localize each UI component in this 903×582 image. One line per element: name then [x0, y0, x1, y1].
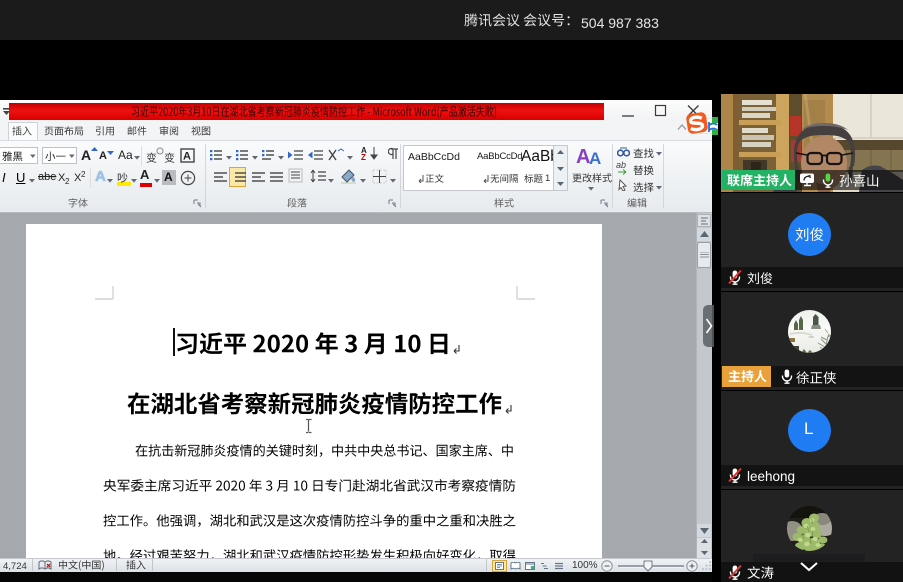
svg-text:A: A [183, 151, 191, 163]
